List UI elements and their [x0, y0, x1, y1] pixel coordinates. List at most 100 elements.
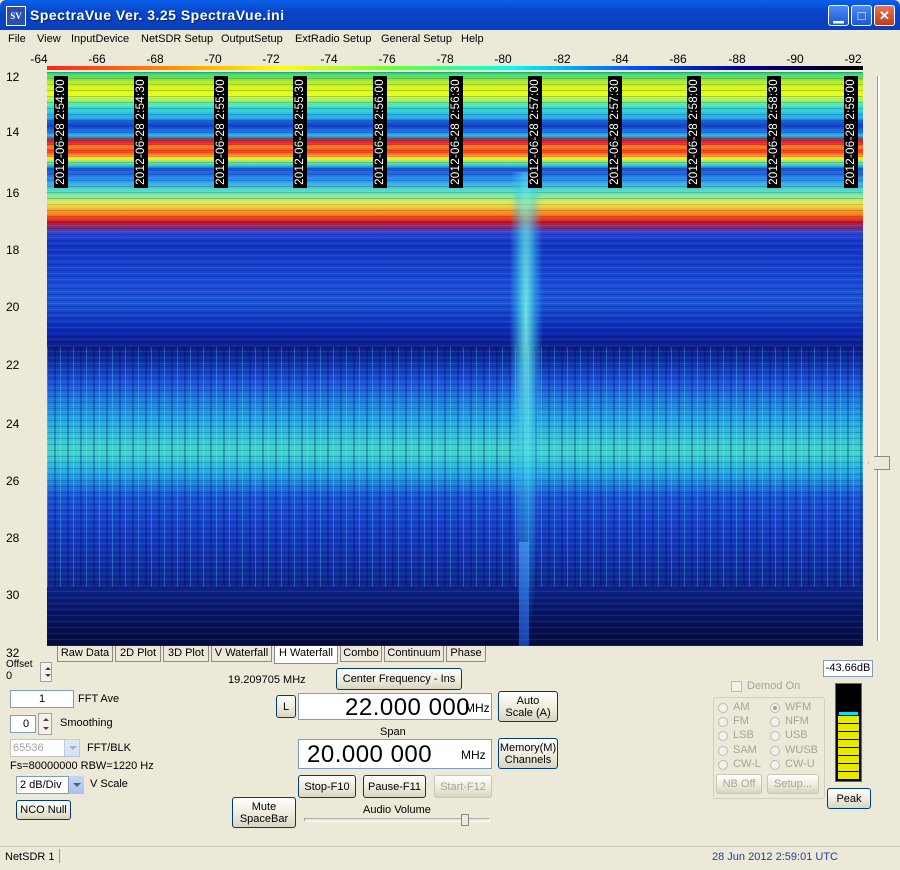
tab-h-waterfall[interactable]: H Waterfall [274, 646, 338, 664]
y-tick: 12 [6, 70, 20, 84]
waterfall-signal-tail [519, 542, 529, 646]
scale-tick: -64 [30, 52, 48, 66]
waterfall-interference-columns [47, 347, 863, 587]
y-tick: 32 [6, 646, 20, 660]
radio-cw-l[interactable] [718, 760, 728, 770]
radio-fm[interactable] [718, 717, 728, 727]
fft-blk-dropdown-icon[interactable] [64, 739, 80, 757]
peak-button[interactable]: Peak [827, 788, 871, 809]
y-tick: 26 [6, 474, 20, 488]
y-tick: 20 [6, 300, 20, 314]
fft-ave-label: FFT Ave [78, 693, 120, 705]
smoothing-spinner[interactable] [38, 713, 52, 735]
mode-lsb-label: LSB [733, 729, 754, 741]
scale-tick: -68 [146, 52, 164, 66]
timestamp-label: 2012-06-28 2:58:30 [767, 76, 781, 188]
nb-off-button[interactable]: NB Off [716, 774, 762, 794]
menu-extradio-setup[interactable]: ExtRadio Setup [295, 33, 371, 45]
center-frequency-field[interactable]: 22.000 000 MHz [298, 693, 492, 721]
meter-fill [838, 716, 859, 779]
radio-nfm[interactable] [770, 717, 780, 727]
stop-button[interactable]: Stop-F10 [298, 775, 356, 798]
waterfall-display[interactable]: 2012-06-28 2:54:00 2012-06-28 2:54:30 20… [47, 72, 863, 646]
menu-outputsetup[interactable]: OutputSetup [221, 33, 283, 45]
timestamp-label: 2012-06-28 2:54:00 [54, 76, 68, 188]
center-frequency-unit: MHz [465, 701, 490, 715]
menu-help[interactable]: Help [461, 33, 484, 45]
timestamp-label: 2012-06-28 2:59:00 [844, 76, 858, 188]
menu-inputdevice[interactable]: InputDevice [71, 33, 129, 45]
timestamp-label: 2012-06-28 2:57:00 [528, 76, 542, 188]
demod-on-checkbox[interactable] [731, 681, 742, 692]
vscale-dropdown-icon[interactable] [68, 776, 84, 794]
fft-ave-field[interactable]: 1 [10, 690, 74, 708]
menu-general-setup[interactable]: General Setup [381, 33, 452, 45]
tab-3d-plot[interactable]: 3D Plot [163, 646, 209, 662]
l-button[interactable]: L [276, 695, 296, 718]
span-value: 20.000 000 [307, 741, 433, 768]
minimize-icon: ▁ [833, 8, 844, 23]
offset-label: Offset [6, 659, 33, 670]
span-label: Span [380, 726, 406, 738]
scale-tick: -86 [669, 52, 687, 66]
span-field[interactable]: 20.000 000 MHz [298, 739, 492, 769]
memory-channels-button[interactable]: Memory(M) Channels [498, 738, 558, 769]
scale-tick: -84 [611, 52, 629, 66]
mode-nfm-label: NFM [785, 715, 809, 727]
minimize-button[interactable]: ▁ [828, 5, 849, 26]
status-datetime: 28 Jun 2012 2:59:01 UTC [712, 851, 838, 863]
center-frequency-button[interactable]: Center Frequency - Ins [336, 668, 462, 690]
status-divider [59, 849, 60, 863]
demod-on-label: Demod On [747, 680, 801, 692]
y-tick: 22 [6, 358, 20, 372]
app-icon[interactable]: SV [6, 6, 26, 26]
offset-value[interactable]: 0 [6, 670, 38, 684]
y-tick: 28 [6, 531, 20, 545]
radio-sam[interactable] [718, 746, 728, 756]
menu-netsdr-setup[interactable]: NetSDR Setup [141, 33, 213, 45]
tab-2d-plot[interactable]: 2D Plot [115, 646, 161, 662]
menu-file[interactable]: File [8, 33, 26, 45]
timestamp-label: 2012-06-28 2:55:00 [214, 76, 228, 188]
timestamp-label: 2012-06-28 2:57:30 [608, 76, 622, 188]
center-frequency-value: 22.000 000 [345, 694, 471, 721]
fs-rbw-info: Fs=80000000 RBW=1220 Hz [10, 760, 154, 772]
radio-cw-u[interactable] [770, 760, 780, 770]
audio-volume-thumb[interactable] [461, 814, 469, 826]
tab-raw-data[interactable]: Raw Data [57, 646, 113, 662]
mute-button[interactable]: Mute SpaceBar [232, 797, 296, 828]
mode-sam-label: SAM [733, 744, 757, 756]
audio-volume-label: Audio Volume [363, 804, 431, 816]
y-tick: 16 [6, 186, 20, 200]
offset-spinner[interactable] [40, 662, 52, 682]
radio-am[interactable] [718, 703, 728, 713]
radio-wfm[interactable] [770, 703, 780, 713]
fft-blk-label: FFT/BLK [87, 742, 132, 754]
maximize-icon: □ [857, 8, 866, 23]
auto-scale-button[interactable]: Auto Scale (A) [498, 691, 558, 722]
device-status: NetSDR 1 [5, 851, 55, 863]
color-gradient-bar [47, 66, 863, 70]
radio-usb[interactable] [770, 731, 780, 741]
radio-wusb[interactable] [770, 746, 780, 756]
window-title: SpectraVue Ver. 3.25 SpectraVue.ini [30, 7, 285, 23]
radio-lsb[interactable] [718, 731, 728, 741]
close-button[interactable]: ✕ [874, 5, 895, 26]
tab-continuum[interactable]: Continuum [384, 646, 444, 662]
nco-null-button[interactable]: NCO Null [16, 800, 71, 820]
scale-tick: -76 [378, 52, 396, 66]
demod-setup-button[interactable]: Setup... [767, 774, 819, 794]
mode-cw-l-label: CW-L [733, 758, 761, 770]
tab-v-waterfall[interactable]: V Waterfall [211, 646, 272, 662]
pause-button[interactable]: Pause-F11 [363, 775, 426, 798]
y-tick: 14 [6, 125, 20, 139]
tab-combo[interactable]: Combo [340, 646, 382, 662]
mode-wusb-label: WUSB [785, 744, 818, 756]
maximize-button[interactable]: □ [851, 5, 872, 26]
tab-phase[interactable]: Phase [446, 646, 486, 662]
start-button[interactable]: Start-F12 [434, 775, 492, 798]
smoothing-field[interactable]: 0 [10, 715, 36, 733]
y-tick: 30 [6, 588, 20, 602]
y-tick: 24 [6, 417, 20, 431]
menu-view[interactable]: View [37, 33, 61, 45]
